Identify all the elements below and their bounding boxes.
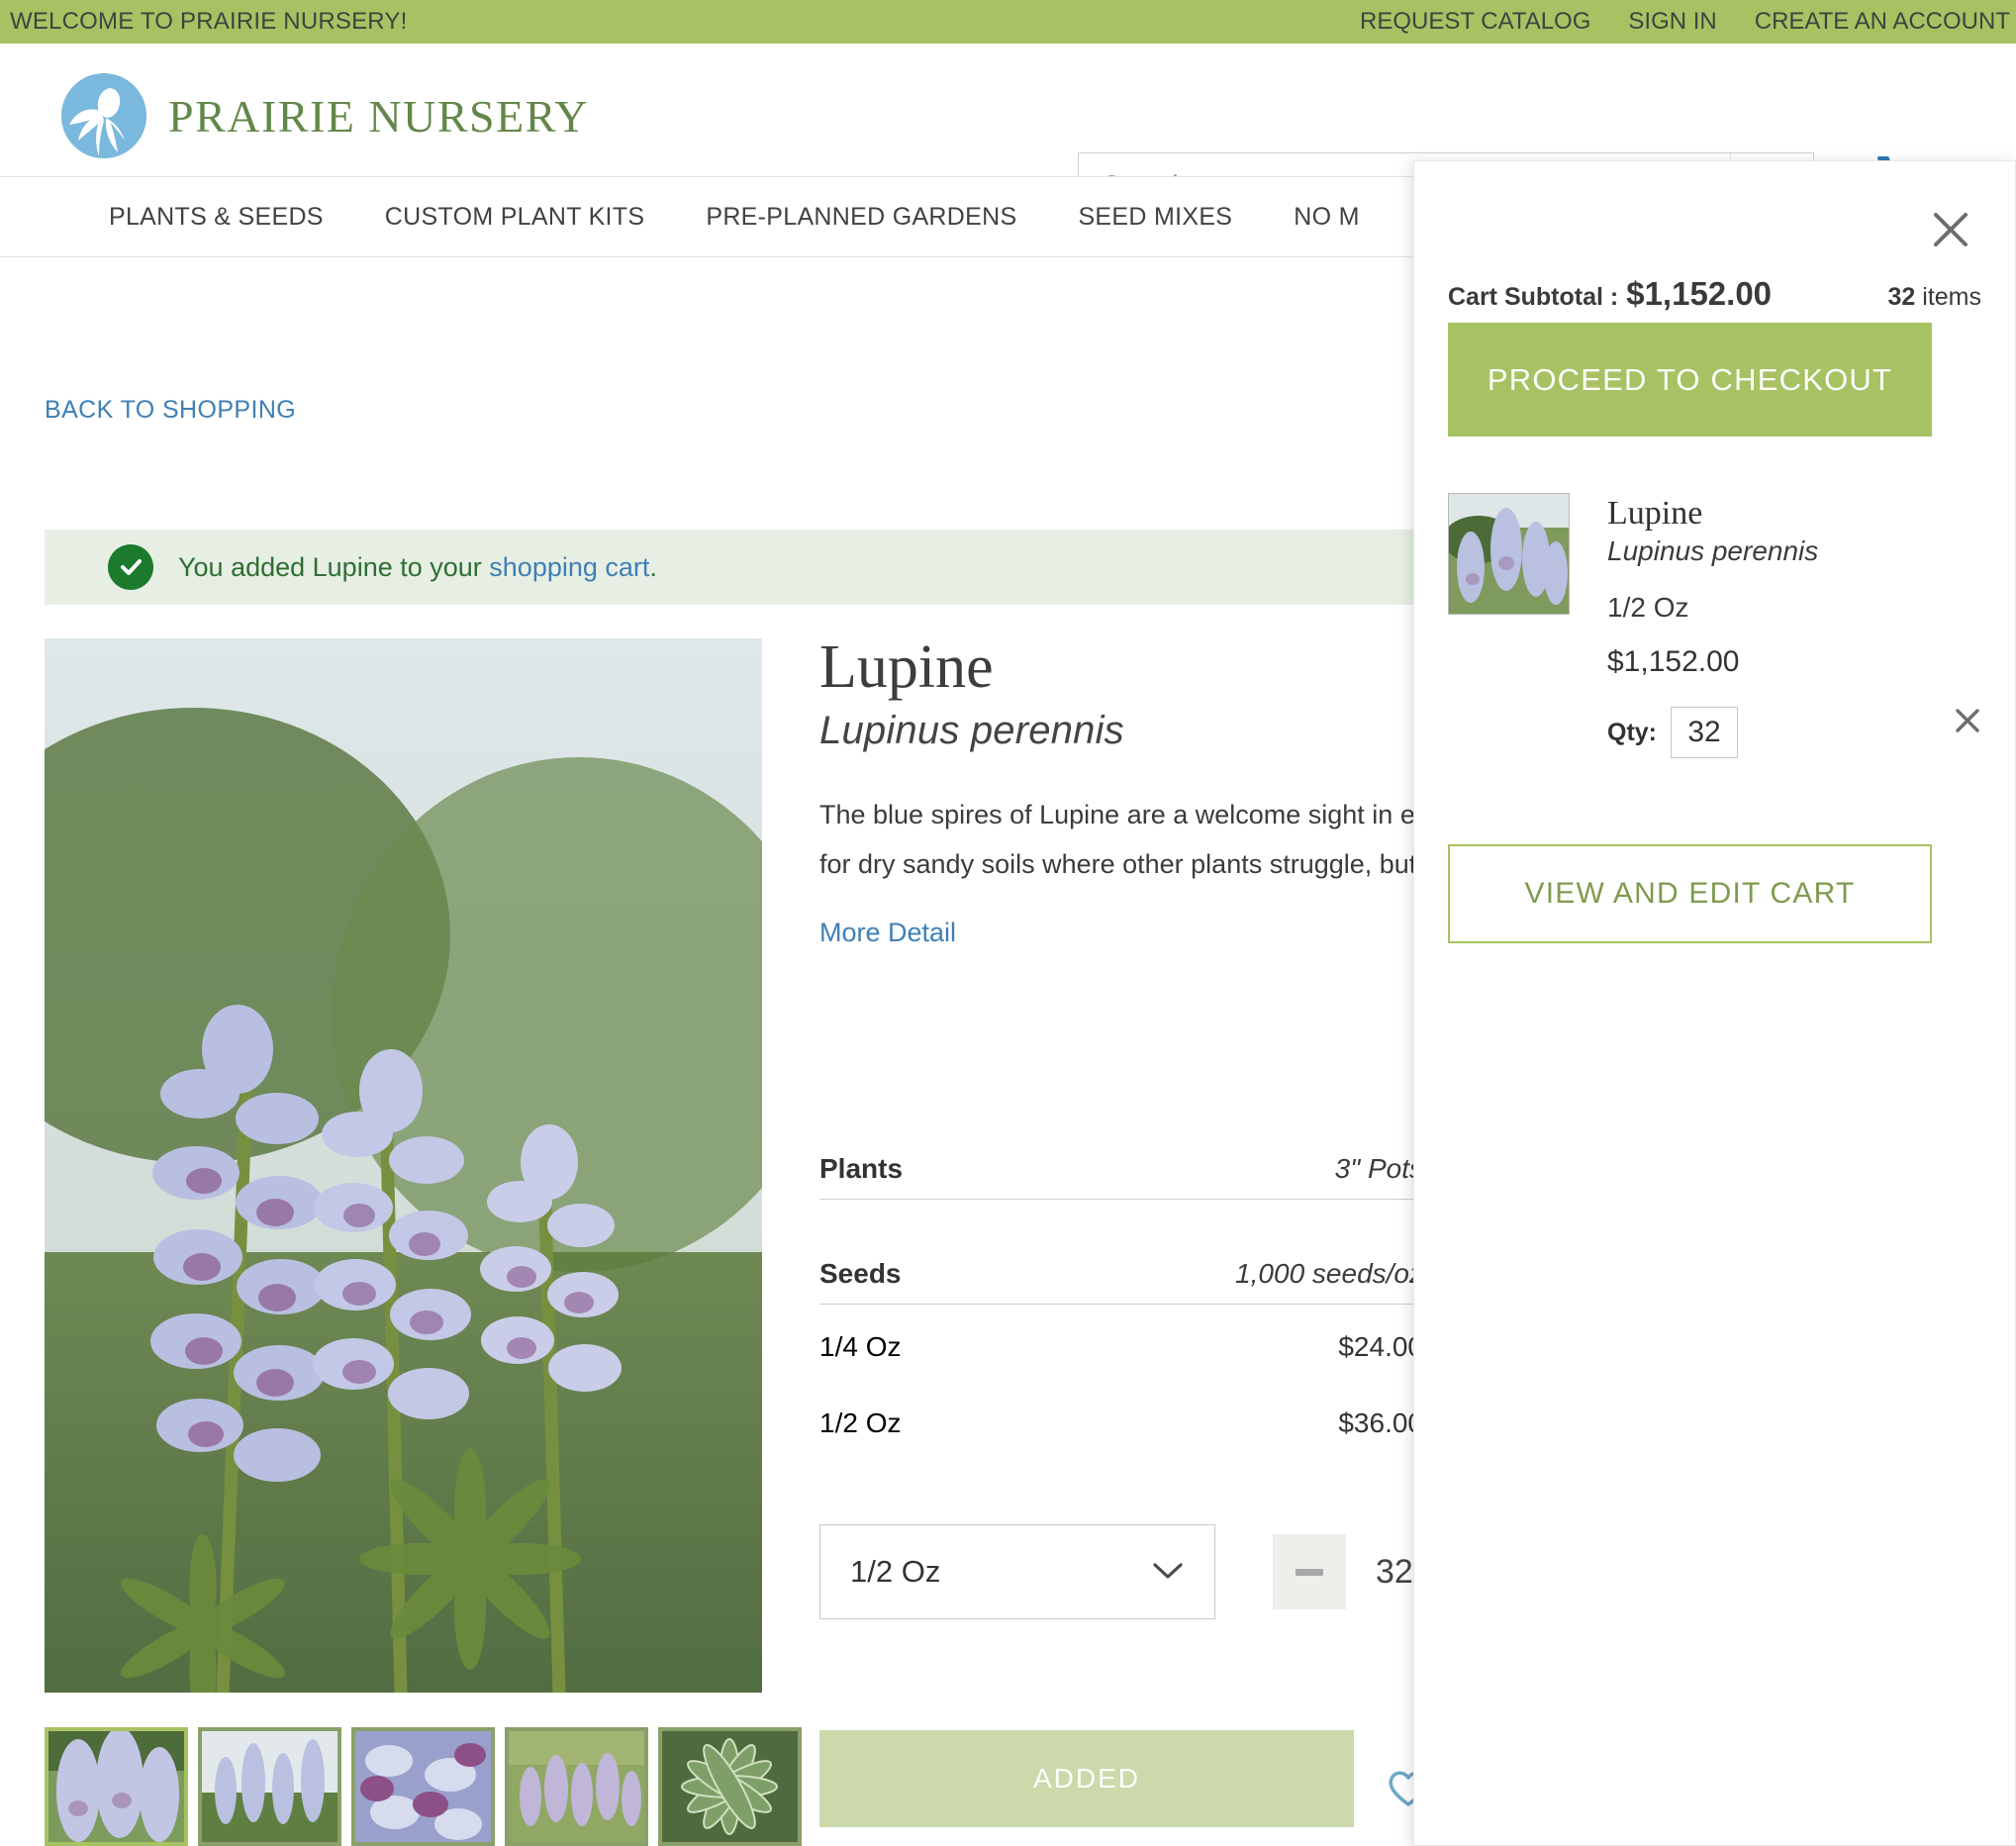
cart-subtotal-row: Cart Subtotal : $1,152.00 32 items [1414, 275, 2015, 313]
cart-items-number: 32 [1887, 283, 1916, 311]
seeds-label: Seeds [819, 1257, 902, 1289]
page-root: WELCOME TO PRAIRIE NURSERY! REQUEST CATA… [0, 0, 2016, 1846]
coneflower-logo-icon [61, 73, 146, 158]
cart-item-qty-label: Qty: [1607, 718, 1657, 746]
product-thumbnail-gallery [45, 1727, 802, 1846]
nav-item-custom-plant-kits[interactable]: CUSTOM PLANT KITS [385, 203, 645, 232]
quantity-decrement-button[interactable] [1273, 1534, 1346, 1609]
thumbnail-2[interactable] [198, 1727, 341, 1846]
size-select-value: 1/2 Oz [850, 1554, 941, 1589]
plants-label: Plants [819, 1152, 904, 1184]
cart-item-scientific-name: Lupinus perennis [1607, 535, 1819, 566]
check-circle-icon [108, 544, 153, 590]
thumbnail-3[interactable] [351, 1727, 495, 1846]
quarter-oz-price: $24.00 [1338, 1331, 1423, 1362]
more-detail-link[interactable]: More Detail [819, 918, 956, 948]
remove-x-icon[interactable] [1953, 706, 1982, 743]
plants-unit: 3" Pots [1334, 1152, 1423, 1184]
purchase-options-row: 1/2 Oz 32 [819, 1524, 1443, 1619]
cart-subtotal-amount: $1,152.00 [1626, 275, 1773, 312]
success-prefix: You added Lupine to your [178, 551, 490, 582]
welcome-message: WELCOME TO PRAIRIE NURSERY! [10, 8, 408, 35]
product-main-image[interactable] [45, 638, 762, 1693]
cart-item-info: Lupine Lupinus perennis 1/2 Oz $1,152.00… [1607, 493, 1818, 758]
cart-item-name[interactable]: Lupine [1607, 495, 1818, 533]
nav-item-plants-seeds[interactable]: PLANTS & SEEDS [109, 203, 324, 232]
cart-items-count: 32 items [1888, 283, 1982, 312]
nav-item-no-mow-lawn[interactable]: NO M [1294, 203, 1359, 232]
thumbnail-1[interactable] [45, 1727, 188, 1846]
success-message-text: You added Lupine to your shopping cart. [178, 552, 657, 583]
close-icon[interactable] [1930, 209, 1971, 250]
nav-item-pre-planned-gardens[interactable]: PRE-PLANNED GARDENS [706, 203, 1016, 232]
create-account-link[interactable]: CREATE AN ACCOUNT [1755, 8, 2010, 36]
chevron-down-icon [1151, 1554, 1185, 1590]
thumbnail-4[interactable] [505, 1727, 648, 1846]
proceed-to-checkout-button[interactable]: PROCEED TO CHECKOUT [1448, 323, 1932, 437]
size-select[interactable]: 1/2 Oz [819, 1524, 1215, 1619]
lupine-thumbnail[interactable] [1448, 493, 1570, 615]
cart-item-qty-row: Qty: 32 [1607, 707, 1818, 758]
shopping-cart-link[interactable]: shopping cart [489, 552, 649, 582]
cart-item-qty-input[interactable]: 32 [1671, 707, 1738, 758]
success-suffix: . [649, 551, 657, 582]
cart-item-price: $1,152.00 [1607, 645, 1740, 678]
quarter-oz-size: 1/4 Oz [819, 1331, 902, 1362]
site-header: PRAIRIE NURSERY Search [0, 44, 2016, 219]
site-logo[interactable]: PRAIRIE NURSERY [61, 73, 589, 158]
minus-icon [1296, 1568, 1323, 1576]
mini-cart-panel: Cart Subtotal : $1,152.00 32 items PROCE… [1413, 160, 2016, 1846]
add-to-cart-button[interactable]: ADDED [819, 1730, 1354, 1827]
top-utility-bar: WELCOME TO PRAIRIE NURSERY! REQUEST CATA… [0, 0, 2016, 44]
nav-item-seed-mixes[interactable]: SEED MIXES [1078, 203, 1232, 232]
half-oz-size: 1/2 Oz [819, 1408, 902, 1438]
brand-name: PRAIRIE NURSERY [168, 90, 590, 142]
cart-subtotal-label: Cart Subtotal : [1448, 283, 1619, 311]
cart-item-size: 1/2 Oz [1607, 592, 1689, 623]
back-to-shopping-link[interactable]: BACK TO SHOPPING [45, 396, 296, 425]
cart-items-word: items [1922, 283, 1981, 311]
request-catalog-link[interactable]: REQUEST CATALOG [1360, 8, 1590, 36]
sign-in-link[interactable]: SIGN IN [1628, 8, 1716, 36]
seeds-unit: 1,000 seeds/oz [1235, 1257, 1423, 1289]
thumbnail-5[interactable] [658, 1727, 802, 1846]
half-oz-price: $36.00 [1338, 1408, 1423, 1438]
view-and-edit-cart-button[interactable]: VIEW AND EDIT CART [1448, 844, 1932, 943]
utility-links: REQUEST CATALOG SIGN IN CREATE AN ACCOUN… [1360, 0, 2010, 44]
cart-line-item: Lupine Lupinus perennis 1/2 Oz $1,152.00… [1448, 493, 1979, 758]
